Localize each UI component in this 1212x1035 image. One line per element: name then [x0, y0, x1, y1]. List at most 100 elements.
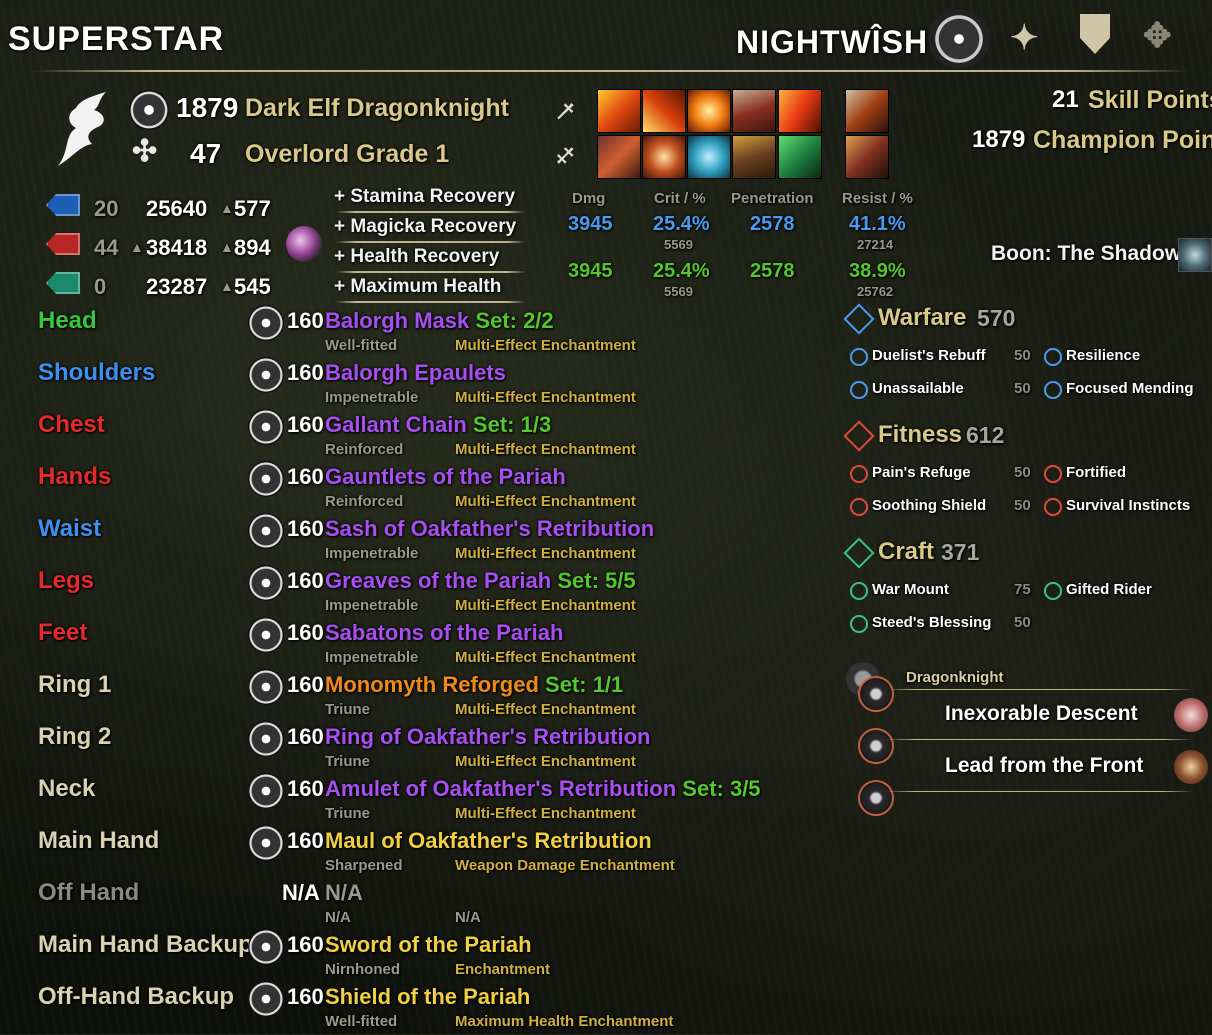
- resource-bar-icon: [46, 272, 80, 294]
- star-name: Survival Instincts: [1066, 497, 1191, 514]
- slot-name: Waist: [38, 515, 102, 542]
- item-trait: Impenetrable: [325, 389, 419, 406]
- ultimate-slot-icon[interactable]: [845, 135, 889, 179]
- set-count: Set: 3/5: [682, 776, 761, 801]
- mundus-divider: [336, 301, 526, 303]
- skill-slot-icon[interactable]: [597, 89, 641, 133]
- star-points: 50: [1014, 497, 1031, 514]
- discipline-name: Craft: [878, 538, 935, 565]
- equipment-row[interactable]: Ring 1 160 Monomyth Reforged Set: 1/1 Triun…: [0, 669, 760, 723]
- passive-skill-icon: [858, 676, 894, 712]
- item-cp-level: 160: [287, 464, 324, 489]
- combat-header: Dmg: [572, 190, 606, 207]
- cp-icon: [248, 565, 284, 601]
- champion-star-row[interactable]: Soothing Shield 50 Survival Instincts: [848, 496, 1198, 518]
- item-enchantment: Multi-Effect Enchantment: [455, 337, 636, 354]
- skill-slot-icon[interactable]: [732, 89, 776, 133]
- equipment-row[interactable]: Head 160 Balorgh Mask Set: 2/2 Well-fitted M…: [0, 305, 760, 359]
- equipment-row[interactable]: Feet 160 Sabatons of the Pariah Impenetrabl…: [0, 617, 760, 671]
- champion-star-row[interactable]: Pain's Refuge 50 Fortified: [848, 463, 1198, 485]
- star-slot-icon: [850, 465, 868, 483]
- champion-star-row[interactable]: Duelist's Rebuff 50 Resilience: [848, 346, 1198, 368]
- skill-slot-icon[interactable]: [687, 135, 731, 179]
- skill-slot-icon[interactable]: [642, 89, 686, 133]
- passive-skill-icon: [858, 728, 894, 764]
- item-trait: Well-fitted: [325, 1013, 398, 1030]
- account-name: SUPERSTAR: [8, 20, 225, 58]
- item-cp-level: N/A: [282, 880, 320, 905]
- ultimate-slot-icon[interactable]: [845, 89, 889, 133]
- class-skills-header: Dragonknight: [906, 669, 1004, 686]
- warfare-icon: [843, 303, 875, 335]
- equipment-row[interactable]: Main Hand 160 Maul of Oakfather's Retribut…: [0, 825, 760, 879]
- cp-emblem-icon: [927, 10, 991, 68]
- item-cp-level: 160: [287, 620, 324, 645]
- item-cp-level: 160: [287, 776, 324, 801]
- champion-star-row[interactable]: Unassailable 50 Focused Mending: [848, 379, 1198, 401]
- discipline-name: Fitness: [878, 421, 963, 448]
- item-name: Maul of Oakfather's Retribution: [325, 828, 652, 854]
- resource-bar-icon: [46, 233, 80, 255]
- equipment-row[interactable]: Shoulders 160 Balorgh Epaulets Impenetrable…: [0, 357, 760, 411]
- mundus-bonus: + Health Recovery: [334, 246, 500, 267]
- skill-slot-icon[interactable]: [642, 135, 686, 179]
- equipment-row[interactable]: Neck 160 Amulet of Oakfather's Retribution…: [0, 773, 761, 827]
- skill-points-label: Skill Points: [1088, 86, 1212, 114]
- item-name: Monomyth Reforged Set: 1/1: [325, 672, 623, 698]
- item-trait: Triune: [325, 805, 371, 822]
- item-name: Sword of the Pariah: [325, 932, 532, 958]
- champion-star-row[interactable]: War Mount 75 Gifted Rider: [848, 580, 1198, 602]
- set-count: Set: 1/3: [472, 412, 552, 437]
- item-name: Sash of Oakfather's Retribution: [325, 516, 654, 542]
- star-slot-icon: [850, 615, 868, 633]
- crit-raw: 5569: [664, 284, 693, 299]
- skill-slot-icon[interactable]: [687, 89, 731, 133]
- attribute-points: 0: [94, 274, 107, 299]
- skill-slot-icon[interactable]: [778, 89, 822, 133]
- star-points: 50: [1014, 347, 1031, 364]
- skill-slot-icon[interactable]: [597, 135, 641, 179]
- shield-icon: [1080, 14, 1110, 54]
- item-trait: Nirnhoned: [325, 961, 400, 978]
- item-name-text: Ring of Oakfather's Retribution: [325, 724, 651, 749]
- crit-raw: 5569: [664, 237, 693, 252]
- slot-name: Legs: [38, 567, 95, 594]
- star-points: 75: [1014, 581, 1031, 598]
- item-trait: N/A: [325, 909, 351, 926]
- item-name: Balorgh Mask Set: 2/2: [325, 308, 554, 334]
- regen-arrow-icon: ▲: [220, 278, 234, 294]
- slot-name: Hands: [38, 463, 112, 490]
- resource-bar-icon: [46, 194, 80, 216]
- equipment-row[interactable]: Off Hand N/A N/A N/A N/A: [0, 879, 760, 931]
- equipment-row[interactable]: Waist 160 Sash of Oakfather's Retribution I…: [0, 513, 760, 567]
- item-name-text: Greaves of the Pariah: [325, 568, 552, 593]
- skill-slot-icon[interactable]: [732, 135, 776, 179]
- star-name: Fortified: [1066, 464, 1126, 481]
- champion-star-row[interactable]: Steed's Blessing 50: [848, 613, 1198, 635]
- star-slot-icon: [850, 582, 868, 600]
- equipment-row[interactable]: Hands 160 Gauntlets of the Pariah Reinforce…: [0, 461, 760, 515]
- item-trait: Reinforced: [325, 493, 404, 510]
- equipment-row[interactable]: Chest 160 Gallant Chain Set: 1/3 Reinforced…: [0, 409, 760, 463]
- equipment-row[interactable]: Ring 2 160 Ring of Oakfather's Retribution…: [0, 721, 760, 775]
- skill-points-value: 21: [1052, 86, 1079, 113]
- item-name: Ring of Oakfather's Retribution: [325, 724, 650, 750]
- item-name-text: Maul of Oakfather's Retribution: [325, 828, 652, 853]
- cp-icon: [248, 721, 284, 757]
- equipment-row[interactable]: Main Hand Backup 160 Sword of the Pariah Ni…: [0, 929, 760, 983]
- item-name: Shield of the Pariah: [325, 984, 530, 1010]
- mundus-bonus: + Magicka Recovery: [334, 216, 517, 237]
- cp-icon: [129, 90, 169, 130]
- slot-name: Ring 2: [38, 723, 112, 750]
- item-enchantment: Weapon Damage Enchantment: [455, 857, 675, 874]
- item-enchantment: Maximum Health Enchantment: [455, 1013, 674, 1030]
- set-count: Set: 5/5: [557, 568, 636, 593]
- item-name: Balorgh Epaulets: [325, 360, 506, 386]
- equipment-row[interactable]: Off-Hand Backup 160 Shield of the Pariah We…: [0, 981, 760, 1035]
- crit-percent: 25.4%: [653, 260, 710, 282]
- mundus-divider: [336, 271, 526, 273]
- item-enchantment: Multi-Effect Enchantment: [455, 389, 636, 406]
- equipment-row[interactable]: Legs 160 Greaves of the Pariah Set: 5/5 Imp…: [0, 565, 760, 619]
- skill-slot-icon[interactable]: [778, 135, 822, 179]
- resist-percent: 38.9%: [849, 260, 906, 282]
